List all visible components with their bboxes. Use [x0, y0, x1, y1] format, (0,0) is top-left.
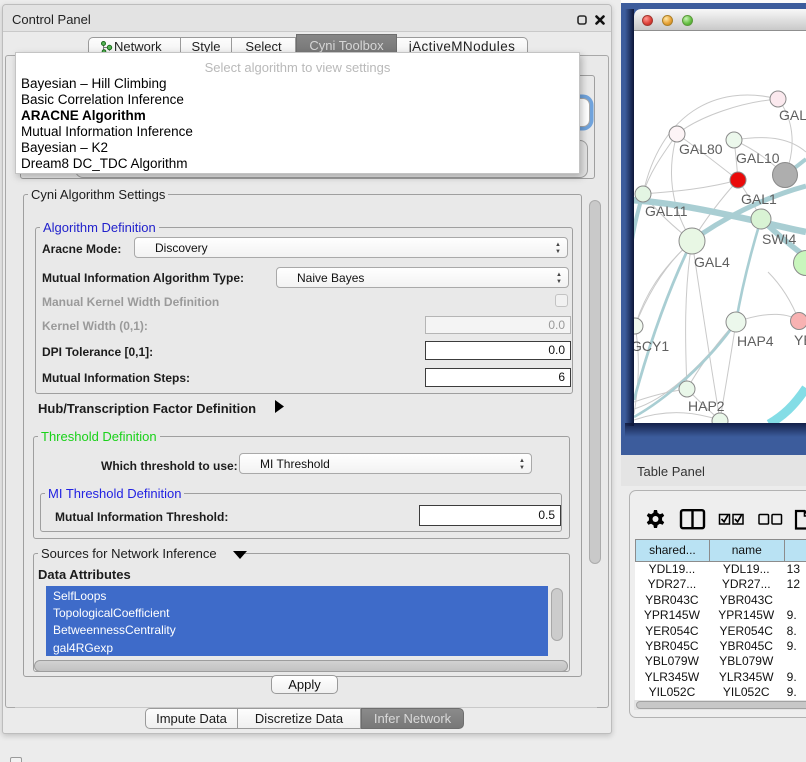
svg-text:GAL80: GAL80	[679, 141, 723, 157]
svg-text:GAL1: GAL1	[741, 191, 777, 207]
svg-text:GAL7: GAL7	[779, 107, 806, 123]
svg-text:GAL11: GAL11	[645, 203, 688, 219]
svg-text:GAL4: GAL4	[694, 254, 730, 270]
svg-text:HAP2: HAP2	[688, 398, 725, 414]
svg-text:HAP4: HAP4	[737, 333, 774, 349]
svg-text:GCY1: GCY1	[634, 338, 669, 354]
svg-text:SWI4: SWI4	[762, 231, 796, 247]
svg-text:GAL10: GAL10	[736, 150, 780, 166]
svg-text:YE: YE	[794, 332, 806, 348]
